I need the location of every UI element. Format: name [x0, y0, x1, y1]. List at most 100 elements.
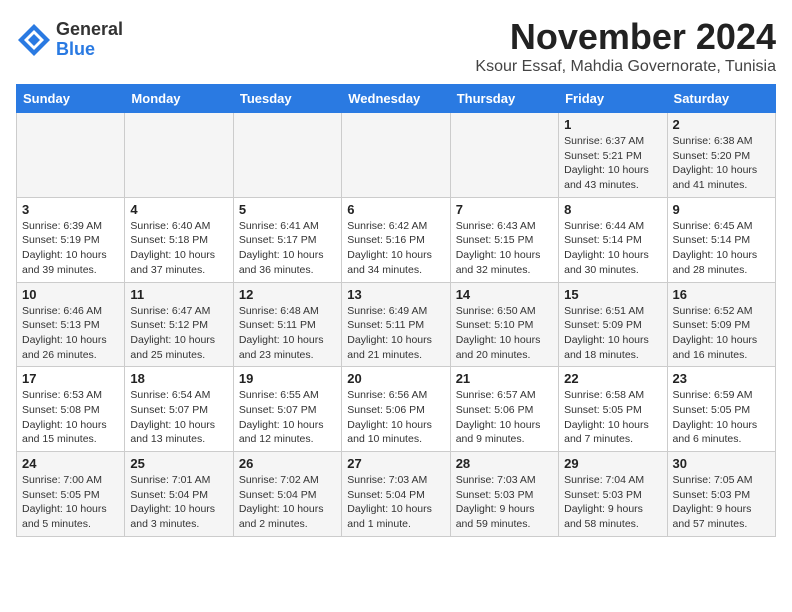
calendar-cell: 13 Sunrise: 6:49 AM Sunset: 5:11 PM Dayli…	[342, 282, 450, 367]
day-info: Sunrise: 7:04 AM Sunset: 5:03 PM Dayligh…	[564, 473, 661, 532]
day-number: 2	[673, 117, 770, 132]
calendar-cell: 7 Sunrise: 6:43 AM Sunset: 5:15 PM Daylig…	[450, 197, 558, 282]
day-number: 3	[22, 202, 119, 217]
calendar-cell: 2 Sunrise: 6:38 AM Sunset: 5:20 PM Daylig…	[667, 113, 775, 198]
calendar-cell: 29 Sunrise: 7:04 AM Sunset: 5:03 PM Dayli…	[559, 452, 667, 537]
day-number: 19	[239, 371, 336, 386]
day-info: Sunrise: 6:53 AM Sunset: 5:08 PM Dayligh…	[22, 388, 119, 447]
day-number: 13	[347, 287, 444, 302]
calendar-cell: 28Sunrise: 7:03 AM Sunset: 5:03 PM Dayli…	[450, 452, 558, 537]
day-number: 15	[564, 287, 661, 302]
calendar-cell: 6 Sunrise: 6:42 AM Sunset: 5:16 PM Daylig…	[342, 197, 450, 282]
day-info: Sunrise: 6:42 AM Sunset: 5:16 PM Dayligh…	[347, 219, 444, 278]
day-info: Sunrise: 7:00 AM Sunset: 5:05 PM Dayligh…	[22, 473, 119, 532]
day-number: 25	[130, 456, 227, 471]
day-number: 14	[456, 287, 553, 302]
calendar-row: 10Sunrise: 6:46 AM Sunset: 5:13 PM Dayli…	[17, 282, 776, 367]
day-info: Sunrise: 6:40 AM Sunset: 5:18 PM Dayligh…	[130, 219, 227, 278]
day-info: Sunrise: 6:49 AM Sunset: 5:11 PM Dayligh…	[347, 304, 444, 363]
weekday-header-cell: Monday	[125, 85, 233, 113]
day-info: Sunrise: 6:54 AM Sunset: 5:07 PM Dayligh…	[130, 388, 227, 447]
day-number: 26	[239, 456, 336, 471]
day-info: Sunrise: 6:45 AM Sunset: 5:14 PM Dayligh…	[673, 219, 770, 278]
calendar-cell	[125, 113, 233, 198]
day-info: Sunrise: 6:47 AM Sunset: 5:12 PM Dayligh…	[130, 304, 227, 363]
day-info: Sunrise: 6:41 AM Sunset: 5:17 PM Dayligh…	[239, 219, 336, 278]
day-number: 4	[130, 202, 227, 217]
calendar-cell: 25 Sunrise: 7:01 AM Sunset: 5:04 PM Dayli…	[125, 452, 233, 537]
calendar-row: 24 Sunrise: 7:00 AM Sunset: 5:05 PM Dayli…	[17, 452, 776, 537]
day-info: Sunrise: 6:38 AM Sunset: 5:20 PM Dayligh…	[673, 134, 770, 193]
calendar-cell: 19 Sunrise: 6:55 AM Sunset: 5:07 PM Dayli…	[233, 367, 341, 452]
day-info: Sunrise: 6:43 AM Sunset: 5:15 PM Dayligh…	[456, 219, 553, 278]
day-info: Sunrise: 7:01 AM Sunset: 5:04 PM Dayligh…	[130, 473, 227, 532]
header: General Blue November 2024 Ksour Essaf, …	[16, 16, 776, 76]
calendar-cell: 26 Sunrise: 7:02 AM Sunset: 5:04 PM Dayli…	[233, 452, 341, 537]
weekday-header-cell: Saturday	[667, 85, 775, 113]
day-info: Sunrise: 6:56 AM Sunset: 5:06 PM Dayligh…	[347, 388, 444, 447]
day-number: 22	[564, 371, 661, 386]
calendar-table: SundayMondayTuesdayWednesdayThursdayFrid…	[16, 84, 776, 537]
calendar-cell: 23 Sunrise: 6:59 AM Sunset: 5:05 PM Dayli…	[667, 367, 775, 452]
calendar-cell: 12Sunrise: 6:48 AM Sunset: 5:11 PM Dayli…	[233, 282, 341, 367]
day-info: Sunrise: 7:03 AM Sunset: 5:04 PM Dayligh…	[347, 473, 444, 532]
day-info: Sunrise: 6:59 AM Sunset: 5:05 PM Dayligh…	[673, 388, 770, 447]
day-info: Sunrise: 7:05 AM Sunset: 5:03 PM Dayligh…	[673, 473, 770, 532]
day-number: 20	[347, 371, 444, 386]
calendar-cell	[233, 113, 341, 198]
weekday-header-cell: Sunday	[17, 85, 125, 113]
calendar-cell: 17 Sunrise: 6:53 AM Sunset: 5:08 PM Dayli…	[17, 367, 125, 452]
calendar-cell: 5Sunrise: 6:41 AM Sunset: 5:17 PM Daylig…	[233, 197, 341, 282]
weekday-header-row: SundayMondayTuesdayWednesdayThursdayFrid…	[17, 85, 776, 113]
calendar-cell: 1 Sunrise: 6:37 AM Sunset: 5:21 PM Daylig…	[559, 113, 667, 198]
calendar-row: 1 Sunrise: 6:37 AM Sunset: 5:21 PM Daylig…	[17, 113, 776, 198]
calendar-cell: 20 Sunrise: 6:56 AM Sunset: 5:06 PM Dayli…	[342, 367, 450, 452]
day-number: 21	[456, 371, 553, 386]
day-number: 29	[564, 456, 661, 471]
day-number: 23	[673, 371, 770, 386]
day-info: Sunrise: 7:03 AM Sunset: 5:03 PM Dayligh…	[456, 473, 553, 532]
logo: General Blue	[16, 20, 123, 60]
logo-text: General Blue	[56, 20, 123, 60]
day-number: 1	[564, 117, 661, 132]
day-number: 18	[130, 371, 227, 386]
day-info: Sunrise: 7:02 AM Sunset: 5:04 PM Dayligh…	[239, 473, 336, 532]
weekday-header-cell: Wednesday	[342, 85, 450, 113]
calendar-cell: 21 Sunrise: 6:57 AM Sunset: 5:06 PM Dayli…	[450, 367, 558, 452]
calendar-cell: 3Sunrise: 6:39 AM Sunset: 5:19 PM Daylig…	[17, 197, 125, 282]
calendar-cell	[342, 113, 450, 198]
day-number: 24	[22, 456, 119, 471]
day-number: 7	[456, 202, 553, 217]
calendar-row: 17 Sunrise: 6:53 AM Sunset: 5:08 PM Dayli…	[17, 367, 776, 452]
calendar-cell: 4 Sunrise: 6:40 AM Sunset: 5:18 PM Daylig…	[125, 197, 233, 282]
day-info: Sunrise: 6:48 AM Sunset: 5:11 PM Dayligh…	[239, 304, 336, 363]
month-title: November 2024	[475, 16, 776, 58]
calendar-cell: 14Sunrise: 6:50 AM Sunset: 5:10 PM Dayli…	[450, 282, 558, 367]
calendar-cell	[17, 113, 125, 198]
day-number: 6	[347, 202, 444, 217]
weekday-header-cell: Tuesday	[233, 85, 341, 113]
logo-line2: Blue	[56, 40, 123, 60]
calendar-cell: 27 Sunrise: 7:03 AM Sunset: 5:04 PM Dayli…	[342, 452, 450, 537]
calendar-cell: 16Sunrise: 6:52 AM Sunset: 5:09 PM Dayli…	[667, 282, 775, 367]
calendar-cell: 22Sunrise: 6:58 AM Sunset: 5:05 PM Dayli…	[559, 367, 667, 452]
day-number: 27	[347, 456, 444, 471]
calendar-cell: 8Sunrise: 6:44 AM Sunset: 5:14 PM Daylig…	[559, 197, 667, 282]
weekday-header-cell: Friday	[559, 85, 667, 113]
calendar-cell	[450, 113, 558, 198]
day-info: Sunrise: 6:37 AM Sunset: 5:21 PM Dayligh…	[564, 134, 661, 193]
day-number: 30	[673, 456, 770, 471]
day-info: Sunrise: 6:57 AM Sunset: 5:06 PM Dayligh…	[456, 388, 553, 447]
calendar-cell: 15 Sunrise: 6:51 AM Sunset: 5:09 PM Dayli…	[559, 282, 667, 367]
calendar-cell: 10Sunrise: 6:46 AM Sunset: 5:13 PM Dayli…	[17, 282, 125, 367]
calendar-cell: 18 Sunrise: 6:54 AM Sunset: 5:07 PM Dayli…	[125, 367, 233, 452]
calendar-cell: 24 Sunrise: 7:00 AM Sunset: 5:05 PM Dayli…	[17, 452, 125, 537]
day-number: 9	[673, 202, 770, 217]
day-number: 17	[22, 371, 119, 386]
calendar-cell: 30 Sunrise: 7:05 AM Sunset: 5:03 PM Dayli…	[667, 452, 775, 537]
calendar-row: 3Sunrise: 6:39 AM Sunset: 5:19 PM Daylig…	[17, 197, 776, 282]
title-section: November 2024 Ksour Essaf, Mahdia Govern…	[475, 16, 776, 76]
day-info: Sunrise: 6:51 AM Sunset: 5:09 PM Dayligh…	[564, 304, 661, 363]
day-info: Sunrise: 6:55 AM Sunset: 5:07 PM Dayligh…	[239, 388, 336, 447]
day-info: Sunrise: 6:44 AM Sunset: 5:14 PM Dayligh…	[564, 219, 661, 278]
